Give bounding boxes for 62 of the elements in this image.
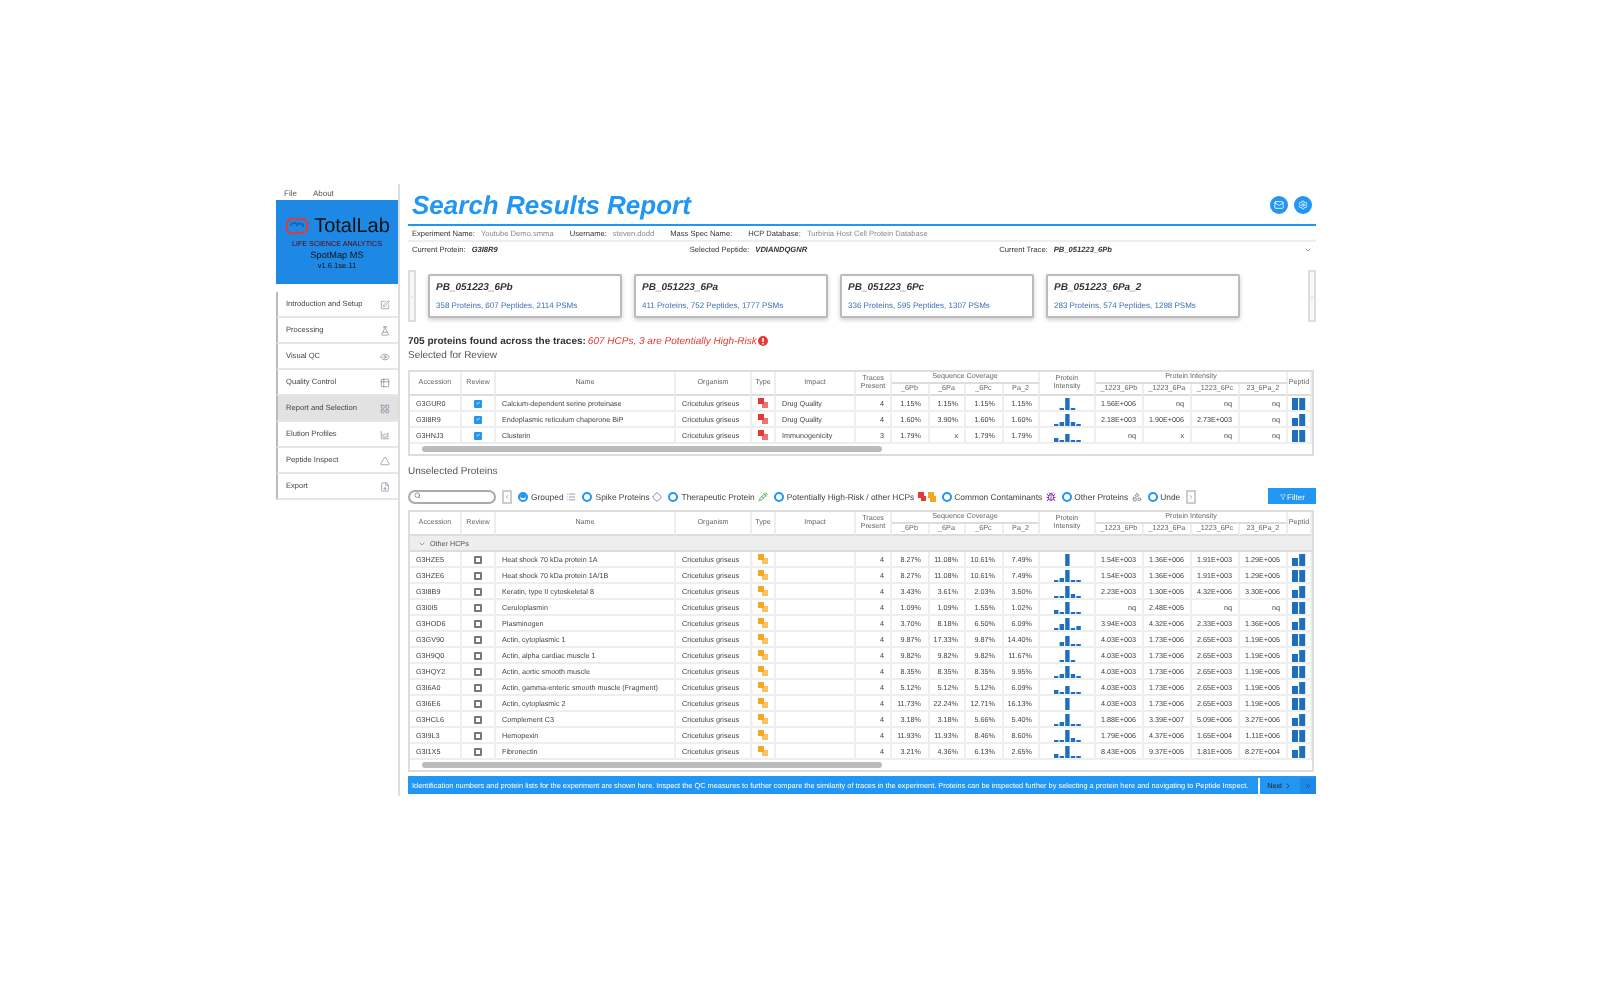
scrollbar[interactable] xyxy=(422,446,882,452)
review-checkbox[interactable] xyxy=(474,699,482,707)
diamond-icon xyxy=(652,491,663,501)
review-checkbox[interactable] xyxy=(474,555,482,563)
list-icon xyxy=(566,491,577,501)
protein-type-icon xyxy=(917,491,936,501)
logo-text: TotalLab xyxy=(314,215,390,237)
search-icon xyxy=(414,492,421,500)
chevron-left-icon xyxy=(504,493,510,499)
alert-icon xyxy=(758,336,769,346)
bug-icon xyxy=(1045,491,1056,501)
review-checkbox[interactable] xyxy=(474,651,482,659)
logo-icon xyxy=(284,216,311,236)
page-title: Search Results Report xyxy=(412,189,691,219)
eye-icon xyxy=(380,351,390,361)
grid-icon xyxy=(380,403,390,413)
review-checkbox[interactable] xyxy=(474,619,482,627)
review-checkbox[interactable] xyxy=(474,635,482,643)
review-checkbox[interactable] xyxy=(474,603,482,611)
peptide-bars-icon xyxy=(1292,649,1306,661)
mail-button[interactable] xyxy=(1270,195,1288,213)
peptide-bars-icon xyxy=(1292,681,1306,693)
peptide-bars-icon xyxy=(1292,617,1306,629)
peptide-bars-icon xyxy=(1292,413,1306,425)
peptide-bars-icon xyxy=(1292,697,1306,709)
settings-button[interactable] xyxy=(1294,195,1312,213)
scroll-left-button[interactable] xyxy=(502,489,512,503)
review-checkbox[interactable] xyxy=(474,747,482,755)
filter-icon xyxy=(1279,493,1286,499)
peptide-bars-icon xyxy=(1292,553,1306,565)
review-checkbox[interactable] xyxy=(474,731,482,739)
peptide-bars-icon xyxy=(1292,745,1306,757)
peptide-bars-icon xyxy=(1292,665,1306,677)
mail-icon xyxy=(1274,199,1284,209)
shapes-icon xyxy=(1131,491,1142,501)
review-checkbox[interactable] xyxy=(474,667,482,675)
review-checkbox[interactable] xyxy=(474,587,482,595)
review-checkbox[interactable] xyxy=(474,715,482,723)
search-field[interactable] xyxy=(408,489,496,503)
edit-icon xyxy=(380,299,390,309)
peptide-bars-icon xyxy=(1292,633,1306,645)
review-checkbox[interactable] xyxy=(474,571,482,579)
settings-icon xyxy=(1298,199,1308,209)
file-icon xyxy=(380,481,390,491)
peptide-bars-icon xyxy=(1292,713,1306,725)
scroll-right-button[interactable] xyxy=(1186,489,1197,503)
peptide-bars-icon xyxy=(1292,601,1306,613)
review-checkbox[interactable] xyxy=(474,431,482,439)
chart-icon xyxy=(380,429,390,439)
peptide-bars-icon xyxy=(1292,569,1306,581)
peptide-bars-icon xyxy=(1292,729,1306,741)
peptide-bars-icon xyxy=(1292,397,1306,409)
peptide-bars-icon xyxy=(1292,585,1306,597)
review-checkbox[interactable] xyxy=(474,683,482,691)
table-icon xyxy=(380,377,390,387)
triangle-icon xyxy=(380,455,390,465)
review-checkbox[interactable] xyxy=(474,415,482,423)
review-checkbox[interactable] xyxy=(474,399,482,407)
peptide-bars-icon xyxy=(1292,429,1306,441)
flask-icon xyxy=(380,325,390,335)
syringe-icon xyxy=(757,491,768,501)
scrollbar[interactable] xyxy=(422,762,882,768)
